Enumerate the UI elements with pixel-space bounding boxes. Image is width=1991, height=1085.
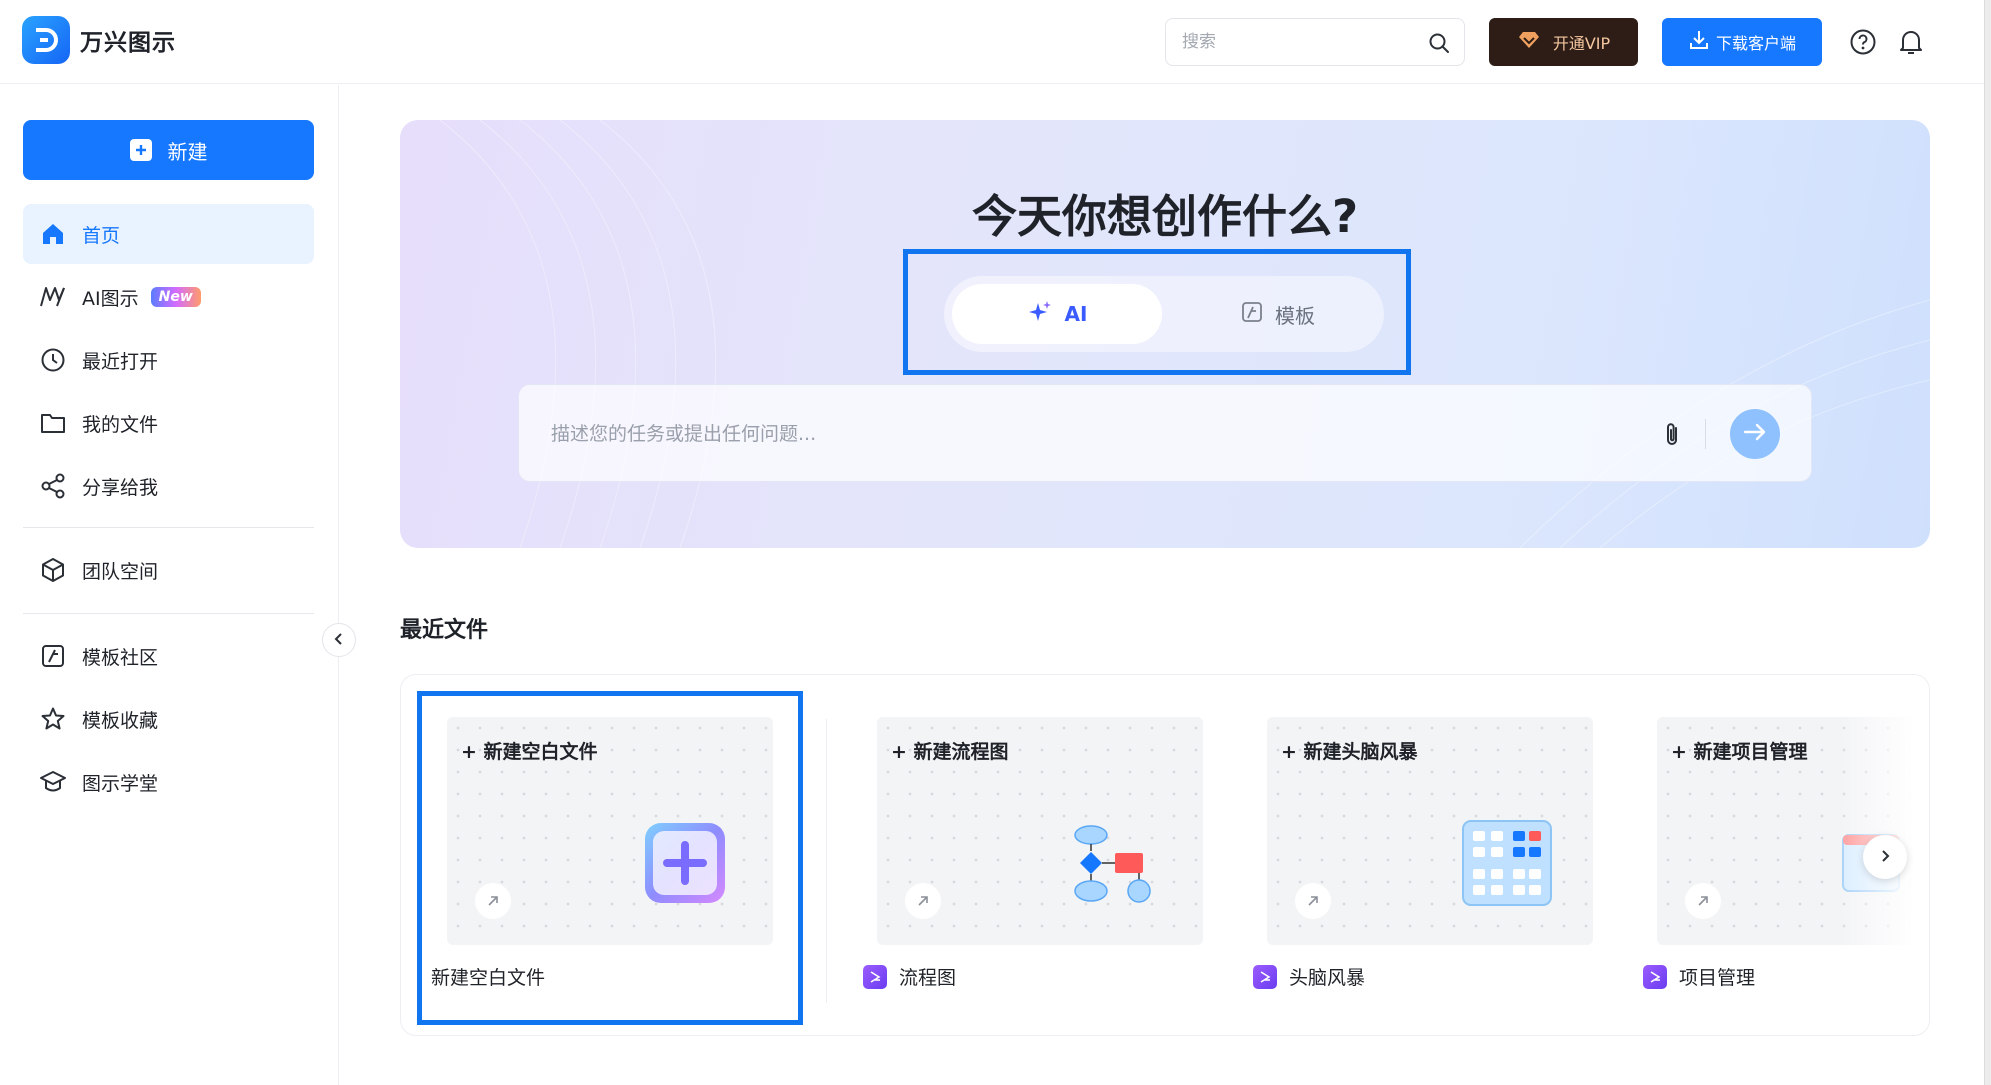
new-button-label: 新建 <box>167 139 208 164</box>
diagram-file-icon <box>1253 964 1277 989</box>
help-icon[interactable] <box>1849 28 1877 60</box>
open-arrow-icon <box>1685 883 1721 919</box>
sidebar: 新建 首页 AI图示 New 最近打开 我的文件 分享给我 团队空间 模板社区 … <box>0 85 339 1085</box>
logo-icon <box>22 16 70 64</box>
brainstorm-grid-illustration <box>1459 817 1555 913</box>
vip-button-label: 开通VIP <box>1552 34 1611 53</box>
card-brainstorm[interactable]: + 新建头脑风暴 <box>1267 717 1593 945</box>
sidebar-item-label: AI图示 <box>82 287 139 310</box>
diagram-file-icon <box>1643 964 1667 989</box>
new-badge: New <box>150 287 201 307</box>
card-thumbnail: + 新建流程图 <box>877 717 1203 945</box>
sidebar-item-shared[interactable]: 分享给我 <box>23 456 314 516</box>
sidebar-item-label: 分享给我 <box>82 476 159 499</box>
card-label-project-management[interactable]: 项目管理 <box>1643 963 1755 990</box>
sidebar-item-label: 模板收藏 <box>82 709 159 732</box>
sidebar-item-label: 首页 <box>82 224 121 247</box>
arrow-right-icon <box>1742 421 1768 447</box>
vip-button[interactable]: 开通VIP <box>1489 18 1638 66</box>
sidebar-item-label: 我的文件 <box>82 413 159 436</box>
card-label-text: 项目管理 <box>1679 967 1756 989</box>
clock-icon <box>39 346 67 374</box>
top-header: 万兴图示 开通VIP 下载客户端 <box>0 0 1991 84</box>
sidebar-item-template-community[interactable]: 模板社区 <box>23 626 314 686</box>
search-input[interactable] <box>1182 29 1412 55</box>
sidebar-item-label: 图示学堂 <box>82 772 159 795</box>
paperclip-icon[interactable] <box>1661 421 1685 453</box>
recent-files-title: 最近文件 <box>400 618 489 643</box>
sidebar-item-team-space[interactable]: 团队空间 <box>23 540 314 600</box>
sidebar-item-home[interactable]: 首页 <box>23 204 314 264</box>
app-name: 万兴图示 <box>80 30 176 56</box>
sidebar-item-academy[interactable]: 图示学堂 <box>23 752 314 812</box>
sidebar-item-label: 最近打开 <box>82 350 159 373</box>
folder-icon <box>39 409 67 437</box>
bell-icon[interactable] <box>1898 28 1924 60</box>
sidebar-item-recent[interactable]: 最近打开 <box>23 330 314 390</box>
card-separator <box>826 719 827 1003</box>
chevron-left-icon <box>332 631 346 650</box>
download-icon <box>1688 29 1710 55</box>
card-thumb-title: + 新建头脑风暴 <box>1281 741 1418 763</box>
search-box[interactable] <box>1165 18 1465 66</box>
template-icon <box>39 642 67 670</box>
flowchart-illustration <box>1069 825 1165 913</box>
sidebar-divider <box>23 613 314 614</box>
graduation-cap-icon <box>39 768 67 796</box>
card-flowchart[interactable]: + 新建流程图 <box>877 717 1203 945</box>
card-thumb-title: + 新建项目管理 <box>1671 741 1808 763</box>
new-button[interactable]: 新建 <box>23 120 314 180</box>
open-arrow-icon <box>1295 883 1331 919</box>
send-button[interactable] <box>1730 409 1780 459</box>
star-icon <box>39 705 67 733</box>
card-label-text: 头脑风暴 <box>1289 967 1366 989</box>
prompt-box[interactable] <box>518 384 1812 482</box>
chevron-right-icon <box>1878 848 1892 867</box>
diamond-icon <box>1517 30 1541 54</box>
sidebar-item-my-files[interactable]: 我的文件 <box>23 393 314 453</box>
hero-title: 今天你想创作什么? <box>971 190 1359 243</box>
card-thumb-title: + 新建流程图 <box>891 741 1009 763</box>
mode-switch-highlight <box>903 249 1411 375</box>
next-cards-button[interactable] <box>1863 835 1907 879</box>
open-arrow-icon <box>905 883 941 919</box>
diagram-file-icon <box>863 964 887 989</box>
sidebar-divider <box>23 527 314 528</box>
plus-icon <box>129 139 152 161</box>
card-label-text: 流程图 <box>899 967 957 989</box>
app-logo[interactable]: 万兴图示 <box>22 16 176 64</box>
collapse-sidebar-button[interactable] <box>322 623 356 657</box>
home-icon <box>39 220 67 248</box>
sidebar-item-label: 模板社区 <box>82 646 159 669</box>
prompt-divider <box>1705 419 1706 449</box>
download-client-button[interactable]: 下载客户端 <box>1662 18 1822 66</box>
share-icon <box>39 472 67 500</box>
download-button-label: 下载客户端 <box>1715 34 1796 53</box>
ai-diagram-icon <box>39 283 67 311</box>
blank-file-card-highlight <box>417 691 803 1025</box>
sidebar-item-template-favorites[interactable]: 模板收藏 <box>23 689 314 749</box>
team-cube-icon <box>39 556 67 584</box>
card-label-flowchart[interactable]: 流程图 <box>863 963 956 990</box>
window-scrollbar[interactable] <box>1984 0 1991 1085</box>
card-label-brainstorm[interactable]: 头脑风暴 <box>1253 963 1365 990</box>
card-thumbnail: + 新建头脑风暴 <box>1267 717 1593 945</box>
search-icon[interactable] <box>1428 32 1450 58</box>
sidebar-item-label: 团队空间 <box>82 560 159 583</box>
prompt-input[interactable] <box>551 419 1551 449</box>
sidebar-item-ai-diagram[interactable]: AI图示 New <box>23 267 314 327</box>
